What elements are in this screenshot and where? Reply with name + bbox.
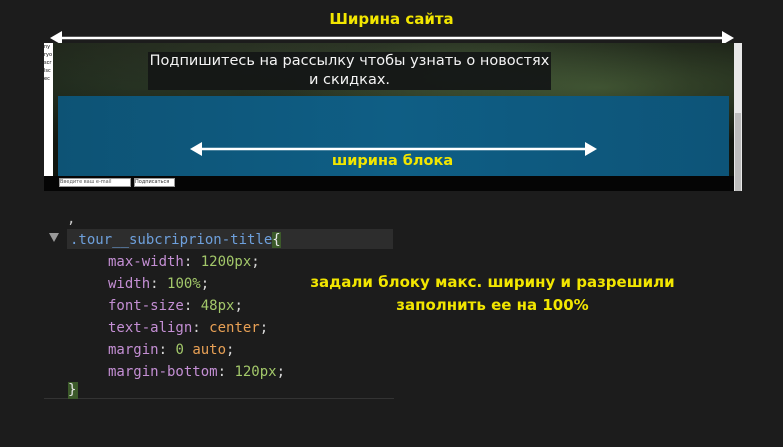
explanation-note-line1: задали блоку макс. ширину и разрешили bbox=[310, 273, 675, 291]
preview-left-text-strip: ny ryo scr lsc ec bbox=[44, 43, 53, 191]
declaration-max-width: max-width: 1200px; bbox=[108, 254, 260, 270]
close-brace: } bbox=[68, 382, 78, 399]
preview-scrollbar[interactable] bbox=[734, 43, 742, 191]
preview-scroll-thumb[interactable] bbox=[735, 113, 741, 191]
collapse-arrow-icon[interactable] bbox=[49, 233, 59, 242]
declaration-text-align: text-align: center; bbox=[108, 320, 269, 336]
explanation-note: задали блоку макс. ширину и разрешили за… bbox=[270, 271, 715, 317]
declaration-width: width: 100%; bbox=[108, 276, 210, 292]
declaration-margin-bottom: margin-bottom: 120px; bbox=[108, 364, 286, 380]
css-selector-line[interactable]: .tour__subcriprion-title{ bbox=[70, 229, 281, 251]
css-selector: .tour__subcriprion-title bbox=[70, 232, 273, 248]
subscription-title: Подпишитесь на рассылку чтобы узнать о н… bbox=[148, 52, 551, 90]
block-width-annotation: ширина блока bbox=[331, 153, 454, 169]
declaration-margin: margin: 0 auto; bbox=[108, 342, 235, 358]
declaration-font-size: font-size: 48px; bbox=[108, 298, 243, 314]
previous-rule-end: , bbox=[67, 211, 76, 227]
email-input[interactable]: Введите ваш e-mail bbox=[59, 178, 131, 187]
subscribe-button[interactable]: Подписаться bbox=[134, 178, 175, 187]
open-brace: { bbox=[272, 232, 281, 248]
code-panel-divider bbox=[44, 398, 394, 399]
explanation-note-line2: заполнить ее на 100% bbox=[396, 296, 589, 314]
site-width-annotation: Ширина сайта bbox=[329, 10, 454, 28]
